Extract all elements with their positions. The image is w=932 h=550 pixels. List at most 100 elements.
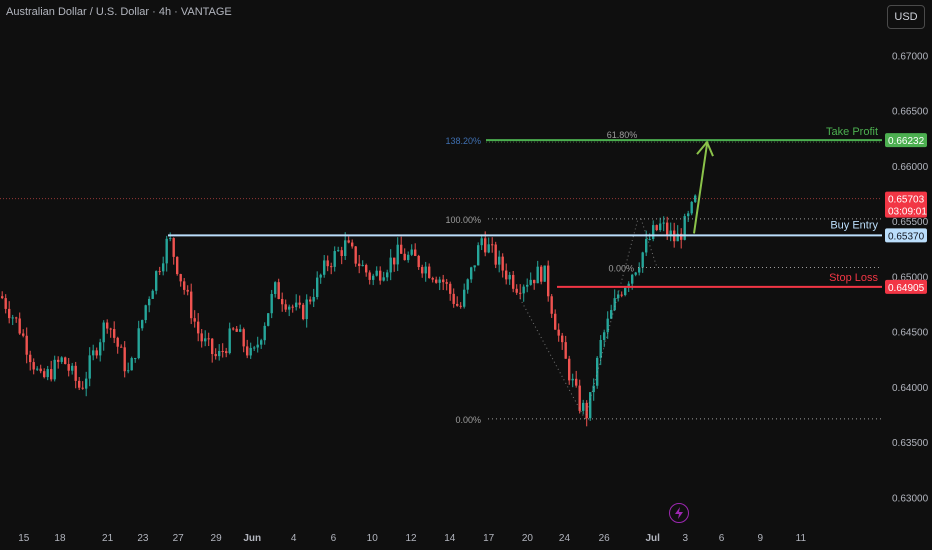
y-tick-label: 0.63000	[892, 493, 929, 504]
candle-body	[358, 263, 361, 266]
chart-title: Australian Dollar / U.S. Dollar · 4h · V…	[6, 6, 232, 18]
candle-body	[382, 277, 385, 281]
candle-body	[508, 274, 511, 280]
candle-body	[8, 308, 11, 319]
candle-body	[428, 266, 431, 279]
candle-body	[410, 249, 413, 255]
event-marker-icon[interactable]	[669, 503, 689, 523]
candle-body	[141, 320, 144, 329]
price-chart[interactable]: 0.670000.665000.660000.655000.650000.645…	[0, 0, 932, 550]
candle-body	[466, 279, 469, 290]
candle-body	[113, 329, 116, 338]
fib-label: 0.00%	[455, 415, 481, 425]
candle-body	[211, 338, 214, 355]
candle-body	[330, 266, 333, 268]
candle-body	[71, 365, 74, 371]
candle-body	[333, 251, 336, 267]
candle-body	[85, 378, 88, 389]
candle-body	[575, 378, 578, 386]
candle-body	[99, 342, 102, 356]
y-tick-label: 0.64000	[892, 383, 929, 394]
candle-body	[43, 371, 46, 378]
candle-body	[232, 328, 235, 330]
candle-body	[207, 338, 210, 340]
y-tick-label: 0.66500	[892, 107, 929, 118]
candle-body	[487, 244, 490, 253]
candle-body	[151, 290, 154, 299]
fib-label: 138.20%	[445, 136, 481, 146]
candle-body	[337, 250, 340, 252]
candle-body	[88, 355, 91, 379]
x-tick-label: 14	[444, 533, 456, 544]
currency-selector[interactable]: USD	[887, 5, 925, 29]
candle-body	[477, 245, 480, 266]
candle-body	[67, 364, 70, 371]
candle-body	[505, 270, 508, 280]
candle-body	[354, 246, 357, 264]
candle-body	[491, 244, 494, 246]
candle-body	[29, 354, 32, 363]
candle-body	[109, 328, 112, 330]
candle-body	[162, 263, 165, 272]
y-tick-label: 0.66000	[892, 162, 929, 173]
candle-body	[169, 238, 172, 240]
candle-body	[225, 351, 228, 354]
candle-body	[137, 328, 140, 359]
candle-body	[484, 238, 487, 253]
candle-body	[459, 305, 462, 307]
candle-body	[277, 282, 280, 300]
candle-body	[407, 254, 410, 261]
x-tick-label: 3	[683, 533, 689, 544]
candle-body	[547, 265, 550, 297]
candle-body	[571, 378, 574, 381]
candle-body	[239, 329, 242, 332]
candle-body	[375, 270, 378, 276]
fib-label: 100.00%	[445, 215, 481, 225]
y-tick-label: 0.63500	[892, 438, 929, 449]
candle-body	[183, 281, 186, 290]
candle-body	[179, 274, 182, 282]
candle-body	[620, 294, 623, 296]
candle-body	[613, 298, 616, 311]
candle-body	[655, 225, 658, 231]
candle-body	[540, 266, 543, 282]
x-tick-label: Jul	[645, 533, 660, 544]
candle-body	[344, 240, 347, 256]
candle-body	[368, 272, 371, 280]
candle-body	[197, 321, 200, 334]
candle-body	[340, 250, 343, 256]
x-tick-label: 15	[18, 533, 30, 544]
projection-arrow	[693, 144, 708, 234]
fib-label: 61.80%	[607, 130, 638, 140]
candle-body	[456, 303, 459, 306]
candle-body	[218, 350, 221, 357]
candle-body	[603, 332, 606, 340]
candle-body	[270, 293, 273, 314]
candle-body	[256, 344, 259, 348]
candle-body	[568, 358, 571, 381]
candle-body	[127, 370, 130, 372]
candle-body	[36, 368, 39, 370]
candle-body	[50, 369, 53, 380]
candle-body	[543, 265, 546, 282]
candle-body	[302, 304, 305, 320]
candle-body	[319, 274, 322, 278]
candle-body	[18, 318, 21, 334]
candle-body	[309, 299, 312, 302]
candle-body	[190, 291, 193, 319]
x-tick-label: 21	[102, 533, 114, 544]
x-tick-label: 18	[54, 533, 66, 544]
candle-body	[305, 299, 308, 320]
candle-body	[274, 282, 277, 294]
candle-body	[186, 289, 189, 292]
stop-loss-label: Stop Loss	[829, 272, 878, 284]
candle-body	[298, 302, 301, 305]
candle-body	[316, 277, 319, 298]
candle-body	[431, 278, 434, 280]
candle-body	[470, 267, 473, 280]
candle-body	[134, 358, 137, 360]
x-tick-label: 6	[719, 533, 725, 544]
candle-body	[95, 350, 98, 356]
candle-body	[323, 260, 326, 275]
candle-body	[631, 274, 634, 284]
